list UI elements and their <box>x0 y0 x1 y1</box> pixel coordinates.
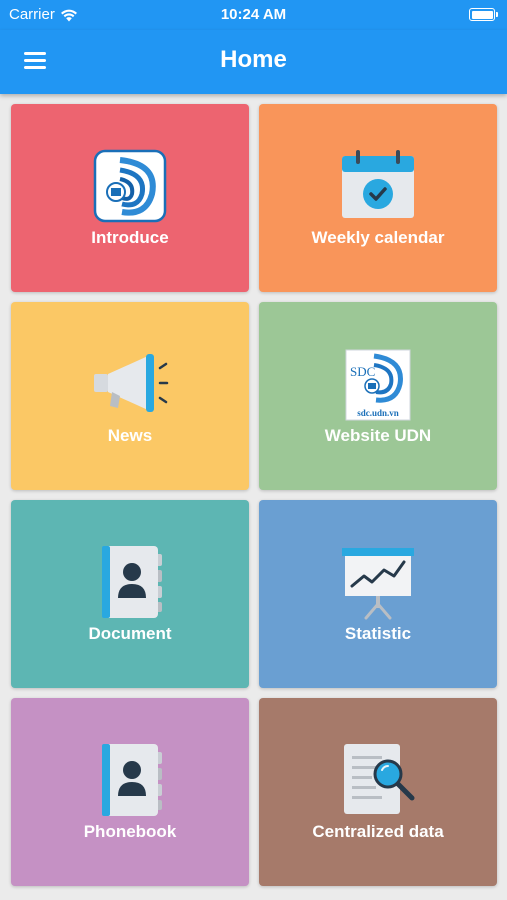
tile-label: Website UDN <box>324 426 432 445</box>
tile-centralized-data[interactable]: Centralized data <box>259 698 497 886</box>
calendar-check-icon <box>342 150 414 218</box>
clock: 10:24 AM <box>220 6 287 23</box>
tile-label: Centralized data <box>312 822 444 841</box>
page-title: Home <box>220 46 287 73</box>
tile-website-udn[interactable]: SDC sdc.udn.vn Website UDN <box>259 302 497 490</box>
document-search-icon <box>344 744 415 814</box>
tile-label: Statistic <box>344 624 412 643</box>
logo-url-text: sdc.udn.vn <box>357 408 399 418</box>
tile-label: Introduce <box>91 228 169 247</box>
tile-label: Weekly calendar <box>311 228 445 247</box>
tile-statistic[interactable]: Statistic <box>259 500 497 688</box>
tile-weekly-calendar[interactable]: Weekly calendar <box>259 104 497 292</box>
tile-document[interactable]: Document <box>11 500 249 688</box>
battery-icon <box>469 8 498 21</box>
app-bar: Home <box>0 30 507 94</box>
tile-phonebook[interactable]: Phonebook <box>11 698 249 886</box>
sdc-udn-logo-icon: SDC sdc.udn.vn <box>345 349 411 421</box>
tile-introduce[interactable]: Introduce <box>11 104 249 292</box>
tile-news[interactable]: News <box>11 302 249 490</box>
tile-label: Document <box>88 624 172 643</box>
logo-sdc-text: SDC <box>350 364 375 379</box>
udn-logo-icon <box>93 149 167 223</box>
presentation-chart-icon <box>342 548 414 620</box>
home-grid: Introduce Weekly calendar News SDC sdc.u… <box>0 94 507 900</box>
megaphone-icon <box>94 354 169 412</box>
tile-label: Phonebook <box>83 822 177 841</box>
tile-label: News <box>107 426 153 445</box>
contact-book-icon <box>102 744 162 816</box>
contact-book-icon <box>102 546 162 618</box>
status-bar: Carrier 10:24 AM <box>0 0 507 30</box>
